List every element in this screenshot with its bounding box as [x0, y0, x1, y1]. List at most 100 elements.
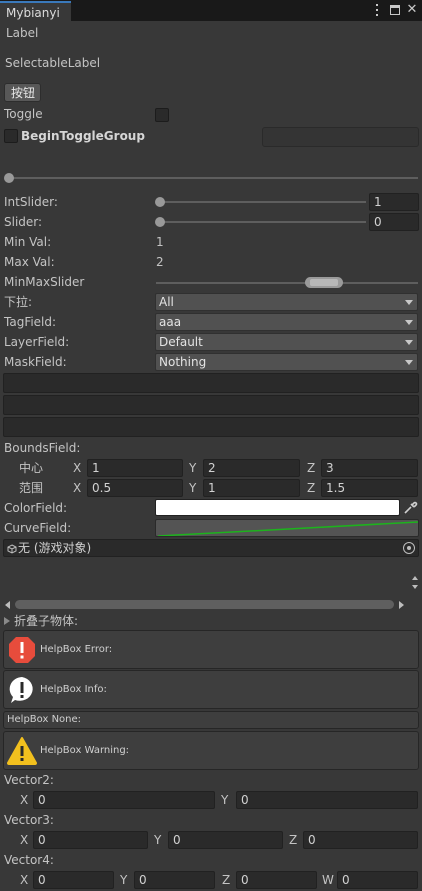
cn-button[interactable]: 按钮	[4, 83, 41, 102]
axis-x-label: X	[20, 793, 29, 807]
bounds-extent-label: 范围	[19, 481, 44, 495]
kebab-icon[interactable]	[375, 4, 379, 16]
vector4-w[interactable]: 0	[337, 871, 418, 889]
mask-value: Nothing	[159, 355, 207, 369]
bounds-center-y[interactable]: 2	[203, 459, 300, 477]
object-field-value: 无 (游戏对象)	[18, 541, 92, 555]
text-field-1[interactable]	[3, 373, 419, 393]
hscroll-right-icon[interactable]	[399, 601, 404, 609]
popup-value: All	[159, 295, 174, 309]
helpbox-error-text: HelpBox Error:	[40, 644, 113, 655]
hscroll-thumb[interactable]	[15, 600, 394, 609]
int-slider-track[interactable]	[159, 201, 366, 203]
tag-label: TagField:	[4, 315, 57, 329]
foldout-label[interactable]: 折叠子物体:	[14, 613, 78, 629]
maximize-icon[interactable]	[390, 5, 400, 15]
helpbox-warning-text: HelpBox Warning:	[40, 745, 130, 756]
slider-track[interactable]	[159, 221, 366, 223]
toggle-group-field[interactable]	[262, 127, 419, 147]
axis-x-label: X	[73, 481, 82, 495]
horizontal-slider-track[interactable]	[8, 177, 418, 179]
slider-field[interactable]: 0	[369, 213, 419, 231]
axis-y-label: Y	[154, 833, 162, 847]
warning-icon	[7, 736, 37, 766]
axis-x-label: X	[20, 833, 29, 847]
helpbox-warning: HelpBox Warning:	[3, 731, 419, 770]
foldout-arrow-icon[interactable]	[4, 617, 10, 625]
layer-value: Default	[159, 335, 203, 349]
vector2-label: Vector2:	[4, 773, 54, 787]
eyedropper-icon[interactable]	[402, 499, 418, 516]
close-icon[interactable]: ✕	[406, 2, 418, 18]
minmax-track[interactable]	[156, 282, 418, 284]
vector4-z[interactable]: 0	[236, 871, 317, 889]
cn-button-label: 按钮	[11, 86, 36, 100]
axis-x-label: X	[20, 873, 29, 887]
horizontal-slider-thumb[interactable]	[4, 173, 14, 183]
min-val-label: Min Val:	[4, 235, 52, 249]
bounds-center-x[interactable]: 1	[87, 459, 183, 477]
error-icon	[7, 635, 37, 665]
tab-title: Mybianyi	[6, 6, 60, 20]
text-field-2[interactable]	[3, 395, 419, 415]
max-val-value: 2	[156, 255, 164, 269]
toggle-label: Toggle	[4, 107, 43, 121]
tag-value: aaa	[159, 315, 182, 329]
int-slider-label: IntSlider:	[4, 195, 58, 209]
tag-dropdown[interactable]: aaa	[155, 313, 418, 331]
int-slider-thumb[interactable]	[155, 197, 165, 207]
int-slider-field[interactable]: 1	[369, 193, 419, 211]
vector3-y[interactable]: 0	[168, 831, 283, 849]
axis-z-label: Z	[289, 833, 298, 847]
popup-label: 下拉:	[4, 295, 33, 309]
helpbox-none: HelpBox None:	[3, 711, 419, 729]
object-picker-icon[interactable]	[403, 542, 415, 554]
toggle-checkbox[interactable]	[155, 108, 169, 122]
info-icon	[7, 675, 37, 705]
mask-dropdown[interactable]: Nothing	[155, 353, 418, 371]
selectable-label[interactable]: SelectableLabel	[5, 55, 100, 71]
axis-y-label: Y	[189, 461, 197, 475]
toggle-group-label: BeginToggleGroup	[21, 129, 145, 143]
minmax-thumb[interactable]	[305, 277, 343, 288]
color-swatch[interactable]	[155, 499, 400, 516]
vector4-y[interactable]: 0	[134, 871, 215, 889]
cube-icon	[7, 543, 17, 554]
axis-y-label: Y	[120, 873, 128, 887]
vector4-x[interactable]: 0	[33, 871, 114, 889]
bounds-label: BoundsField:	[4, 441, 81, 455]
axis-z-label: Z	[222, 873, 231, 887]
layer-dropdown[interactable]: Default	[155, 333, 418, 351]
axis-z-label: Z	[307, 481, 316, 495]
bounds-center-z[interactable]: 3	[321, 459, 418, 477]
vector3-z[interactable]: 0	[303, 831, 418, 849]
vector2-y[interactable]: 0	[236, 791, 418, 809]
chevron-down-icon	[405, 300, 413, 305]
axis-z-label: Z	[307, 461, 316, 475]
minmax-label: MinMaxSlider	[4, 275, 85, 289]
helpbox-none-text: HelpBox None:	[7, 714, 82, 725]
bounds-extent-z[interactable]: 1.5	[321, 479, 418, 497]
vector3-x[interactable]: 0	[33, 831, 148, 849]
plain-label: Label	[6, 26, 39, 40]
text-area[interactable]	[3, 417, 419, 437]
object-field[interactable]: 无 (游戏对象)	[3, 539, 419, 557]
popup-dropdown[interactable]: All	[155, 293, 418, 311]
bounds-extent-y[interactable]: 1	[203, 479, 300, 497]
tab-mybianyi[interactable]: Mybianyi	[0, 1, 71, 21]
chevron-down-icon	[405, 320, 413, 325]
curve-field[interactable]	[155, 519, 419, 537]
bounds-center-label: 中心	[19, 461, 44, 475]
slider-thumb[interactable]	[155, 217, 165, 227]
chevron-down-icon	[405, 360, 413, 365]
hscroll-left-icon[interactable]	[5, 601, 10, 609]
axis-w-label: W	[322, 873, 334, 887]
mask-label: MaskField:	[4, 355, 67, 369]
scroll-up-icon[interactable]	[412, 576, 418, 580]
min-val-value: 1	[156, 235, 164, 249]
scroll-down-icon[interactable]	[412, 585, 418, 589]
bounds-extent-x[interactable]: 0.5	[87, 479, 183, 497]
vector2-x[interactable]: 0	[33, 791, 215, 809]
toggle-group-checkbox[interactable]	[4, 129, 18, 143]
curve-field-label: CurveField:	[4, 521, 72, 535]
